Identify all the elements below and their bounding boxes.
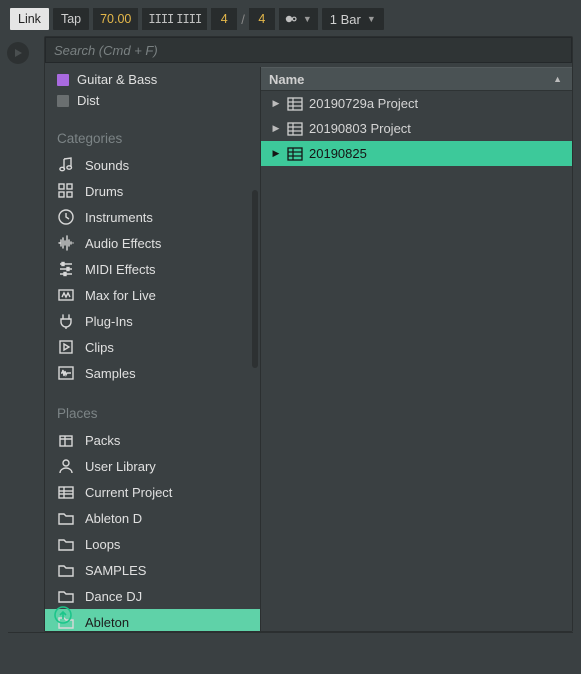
collection-item[interactable]: Dist [45,90,260,111]
place-current-project[interactable]: Current Project [45,479,260,505]
collection-item[interactable]: Guitar & Bass [45,69,260,90]
user-icon [57,457,75,475]
max-icon [57,286,75,304]
note-icon [57,156,75,174]
place-ableton-d[interactable]: Ableton D [45,505,260,531]
transport-toolbar: Link Tap 70.00 IIII IIII 4 / 4 ▼ 1 Bar ▼ [0,0,581,36]
result-name: 20190803 Project [309,121,411,136]
folder-icon [57,535,75,553]
result-name: 20190825 [309,146,367,161]
category-label: Drums [85,184,123,199]
pads-icon [57,182,75,200]
category-label: Samples [85,366,136,381]
category-sounds[interactable]: Sounds [45,152,260,178]
category-samples[interactable]: Samples [45,360,260,386]
category-drums[interactable]: Drums [45,178,260,204]
category-plug-ins[interactable]: Plug-Ins [45,308,260,334]
browser-sidebar: Guitar & Bass Dist Categories Sounds Drums… [45,67,261,631]
nudge-down-icon[interactable]: IIII [148,12,173,26]
category-label: Clips [85,340,114,355]
time-signature: 4 / 4 [211,8,275,30]
link-button[interactable]: Link [10,8,49,30]
disclosure-triangle-icon[interactable]: ▶ [271,123,281,134]
tap-button[interactable]: Tap [53,8,89,30]
project-icon [287,97,303,111]
chevron-down-icon: ▼ [303,14,312,24]
sig-denominator[interactable]: 4 [249,8,275,30]
place-label: Packs [85,433,120,448]
category-label: Sounds [85,158,129,173]
place-label: Dance DJ [85,589,142,604]
plug-icon [57,312,75,330]
project-icon [287,147,303,161]
place-label: Loops [85,537,120,552]
tempo-nudge[interactable]: IIII IIII [142,8,207,30]
place-ableton[interactable]: Ableton [45,609,260,631]
results-header[interactable]: Name ▲ [261,67,572,91]
place-label: Ableton D [85,511,142,526]
place-user-library[interactable]: User Library [45,453,260,479]
disclosure-triangle-icon[interactable]: ▶ [271,98,281,109]
nudge-up-icon[interactable]: IIII [176,12,201,26]
bottom-groove[interactable] [8,632,573,660]
color-swatch-icon [57,95,69,107]
sample-icon [57,364,75,382]
metronome-toggle[interactable]: ▼ [279,8,318,30]
place-packs[interactable]: Packs [45,427,260,453]
place-label: Current Project [85,485,172,500]
sliders-icon [57,260,75,278]
sort-asc-icon: ▲ [553,74,562,84]
collection-label: Dist [77,93,99,108]
categories-heading: Categories [45,111,260,152]
quantize-menu[interactable]: 1 Bar ▼ [322,8,384,30]
clock-icon [57,208,75,226]
category-label: Audio Effects [85,236,161,251]
tempo-field[interactable]: 70.00 [93,8,138,30]
collection-label: Guitar & Bass [77,72,157,87]
result-row[interactable]: ▶ 20190825 [261,141,572,166]
category-label: MIDI Effects [85,262,156,277]
category-max-for-live[interactable]: Max for Live [45,282,260,308]
places-heading: Places [45,386,260,427]
chevron-down-icon: ▼ [367,14,376,24]
result-row[interactable]: ▶ 20190729a Project [261,91,572,116]
category-clips[interactable]: Clips [45,334,260,360]
search-input[interactable]: Search (Cmd + F) [45,37,572,63]
place-label: Ableton [85,615,129,630]
category-label: Max for Live [85,288,156,303]
disclosure-triangle-icon[interactable]: ▶ [271,148,281,159]
place-label: SAMPLES [85,563,146,578]
preview-play-button[interactable] [7,42,29,64]
search-placeholder: Search (Cmd + F) [54,43,158,58]
category-audio-effects[interactable]: Audio Effects [45,230,260,256]
proj-icon [57,483,75,501]
category-label: Plug-Ins [85,314,133,329]
live-pack-button[interactable] [53,605,73,625]
folder-icon [57,509,75,527]
clip-icon [57,338,75,356]
place-dance-dj[interactable]: Dance DJ [45,583,260,609]
folder-icon [57,561,75,579]
results-panel: Name ▲ ▶ 20190729a Project▶ 20190803 Pro… [261,67,572,631]
result-name: 20190729a Project [309,96,418,111]
browser-frame: Search (Cmd + F) Guitar & Bass Dist Categ… [44,36,573,632]
color-swatch-icon [57,74,69,86]
category-label: Instruments [85,210,153,225]
project-icon [287,122,303,136]
folder-icon [57,587,75,605]
category-instruments[interactable]: Instruments [45,204,260,230]
sig-numerator[interactable]: 4 [211,8,237,30]
place-loops[interactable]: Loops [45,531,260,557]
sidebar-scrollbar[interactable] [252,190,258,368]
pack-icon [57,431,75,449]
result-row[interactable]: ▶ 20190803 Project [261,116,572,141]
place-label: User Library [85,459,156,474]
place-samples[interactable]: SAMPLES [45,557,260,583]
category-midi-effects[interactable]: MIDI Effects [45,256,260,282]
column-name: Name [269,72,304,87]
wave-icon [57,234,75,252]
